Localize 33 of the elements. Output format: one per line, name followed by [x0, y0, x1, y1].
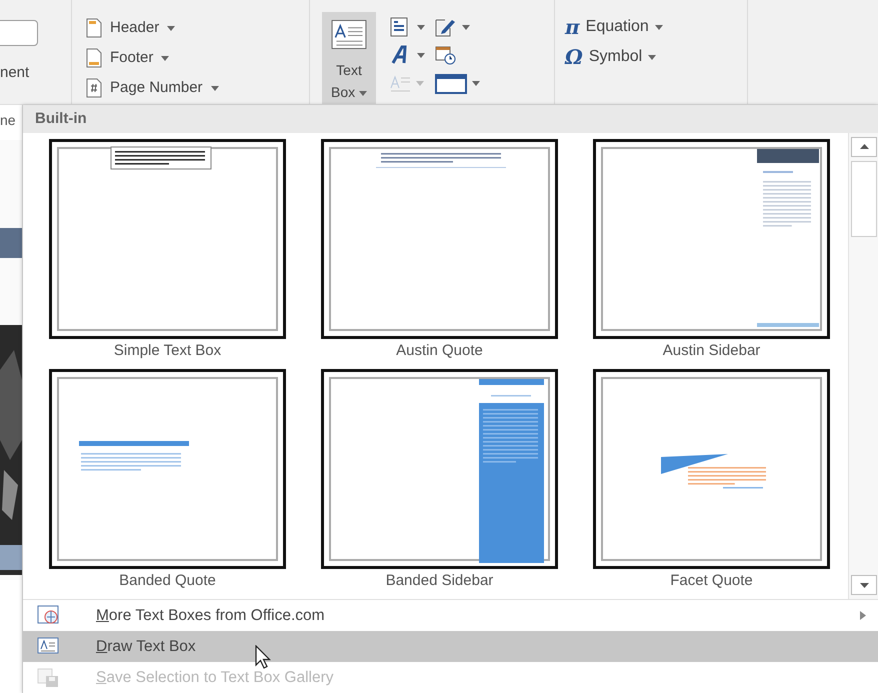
scroll-thumb[interactable] — [851, 160, 877, 237]
text-box-button[interactable]: Text Box — [322, 12, 376, 104]
header-button[interactable]: Header — [82, 13, 180, 43]
footer-button[interactable]: Footer — [82, 43, 174, 73]
globe-icon — [37, 605, 59, 626]
gallery-item[interactable]: Banded Sidebar — [321, 368, 558, 593]
document-text: ne — [0, 111, 16, 130]
arrow-up-icon — [860, 144, 868, 150]
scroll-up-button[interactable] — [851, 136, 877, 157]
gallery-item[interactable]: Simple Text Box — [49, 138, 286, 363]
input-field[interactable] — [0, 20, 38, 46]
gallery-heading: Built-in — [23, 105, 878, 133]
page-icon — [86, 18, 102, 38]
wordart-button[interactable] — [390, 44, 425, 66]
symbol-button[interactable]: π Equation — [561, 12, 667, 42]
page-number-button[interactable]: Page Number — [82, 73, 223, 103]
symbol-button[interactable]: Ω Symbol — [561, 42, 660, 72]
page-icon — [86, 78, 102, 98]
quick-parts-button[interactable] — [390, 16, 425, 38]
save-icon — [37, 667, 59, 688]
scroll-down-button[interactable] — [851, 575, 877, 595]
gallery-item[interactable]: Austin Quote — [321, 138, 558, 363]
text-box-icon — [331, 20, 367, 49]
gallery-item[interactable]: Facet Quote — [593, 368, 830, 593]
object-button[interactable] — [435, 72, 480, 94]
cursor-icon — [255, 645, 271, 669]
menu-item[interactable]: Draw Text Box — [23, 631, 878, 662]
group-label: nent — [0, 63, 30, 83]
menu-item[interactable]: More Text Boxes from Office.com — [23, 600, 878, 631]
gallery-item[interactable]: Austin Sidebar — [593, 138, 830, 363]
gallery-item[interactable]: Banded Quote — [49, 368, 286, 593]
arrow-down-icon — [860, 582, 868, 588]
page-icon — [86, 48, 102, 68]
